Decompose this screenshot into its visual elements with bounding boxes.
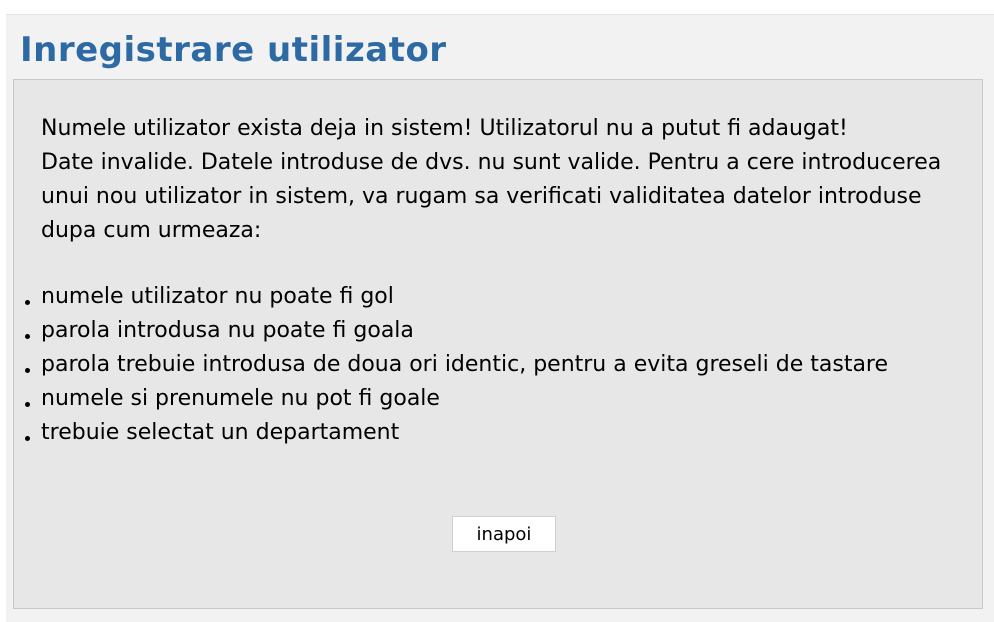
list-item-text: trebuie selectat un departament <box>41 420 400 445</box>
message-text: Numele utilizator exista deja in sistem!… <box>41 112 961 248</box>
list-item-text: numele si prenumele nu pot fi goale <box>41 386 440 411</box>
page-title: Inregistrare utilizator <box>20 30 447 70</box>
list-item: numele si prenumele nu pot fi goale <box>25 382 981 416</box>
list-item-text: parola trebuie introdusa de doua ori ide… <box>41 352 889 377</box>
invalid-data-message: Date invalide. Datele introduse de dvs. … <box>41 150 942 243</box>
bullet-icon <box>25 402 30 407</box>
requirements-list: numele utilizator nu poate fi gol parola… <box>25 280 981 450</box>
error-message: Numele utilizator exista deja in sistem!… <box>41 116 848 141</box>
list-item: trebuie selectat un departament <box>25 416 981 450</box>
bullet-icon <box>25 300 30 305</box>
list-item-text: numele utilizator nu poate fi gol <box>41 284 394 309</box>
bullet-icon <box>25 436 30 441</box>
back-button[interactable]: inapoi <box>452 516 556 552</box>
bullet-icon <box>25 368 30 373</box>
list-item: parola introdusa nu poate fi goala <box>25 314 981 348</box>
list-item: parola trebuie introdusa de doua ori ide… <box>25 348 981 382</box>
list-item: numele utilizator nu poate fi gol <box>25 280 981 314</box>
list-item-text: parola introdusa nu poate fi goala <box>41 318 414 343</box>
bullet-icon <box>25 334 30 339</box>
